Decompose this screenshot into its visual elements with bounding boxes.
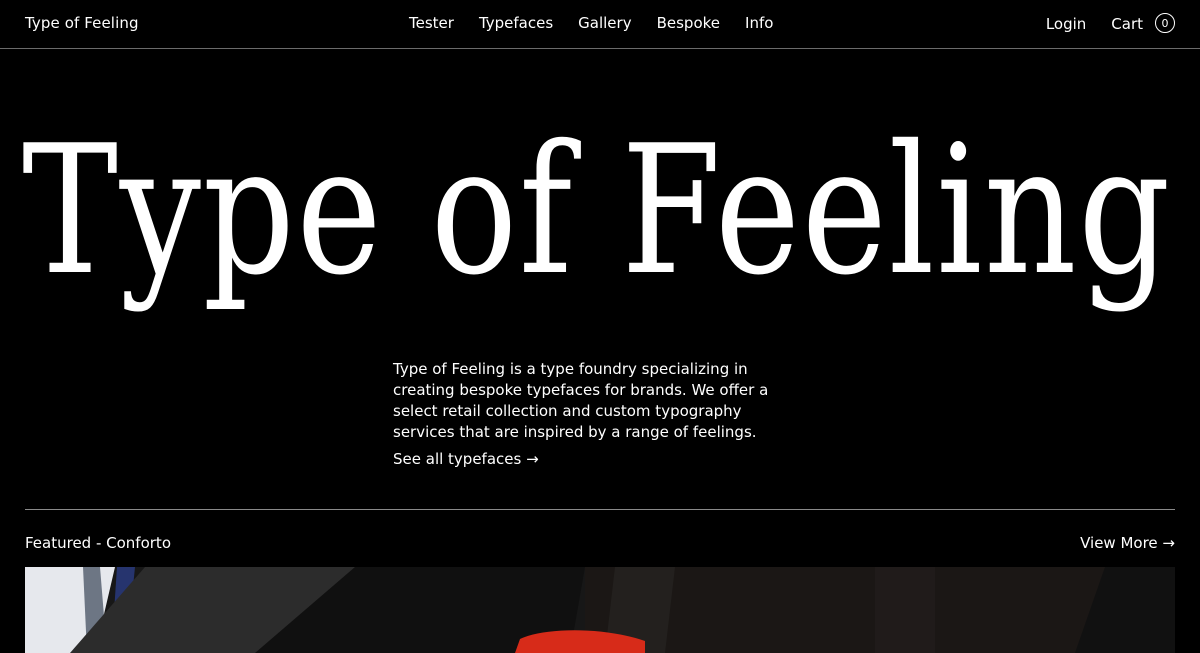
hero-wordmark: Type of Feeling xyxy=(22,96,1182,316)
nav-tester[interactable]: Tester xyxy=(409,14,454,32)
nav-typefaces[interactable]: Typefaces xyxy=(479,14,553,32)
section-divider xyxy=(25,509,1175,510)
nav-gallery[interactable]: Gallery xyxy=(578,14,631,32)
featured-title: Featured - Conforto xyxy=(25,534,171,552)
main-nav: Tester Typefaces Gallery Bespoke Info xyxy=(409,14,773,32)
login-link[interactable]: Login xyxy=(1046,15,1086,33)
page: Type of Feeling Tester Typefaces Gallery… xyxy=(0,0,1200,653)
brand-link[interactable]: Type of Feeling xyxy=(25,14,139,32)
hero-description: Type of Feeling is a type foundry specia… xyxy=(393,360,769,441)
nav-bespoke[interactable]: Bespoke xyxy=(657,14,720,32)
view-more-link[interactable]: View More → xyxy=(1080,534,1175,552)
account-nav: Login Cart 0 xyxy=(1046,13,1175,33)
see-all-typefaces-link[interactable]: See all typefaces → xyxy=(393,450,539,468)
cart-link[interactable]: Cart xyxy=(1111,15,1143,33)
top-navigation: Type of Feeling Tester Typefaces Gallery… xyxy=(0,0,1200,49)
cart-label: Cart xyxy=(1111,14,1143,33)
hero-wordmark-text: Type of Feeling xyxy=(22,107,1172,314)
nav-info[interactable]: Info xyxy=(745,14,773,32)
cart-count-badge[interactable]: 0 xyxy=(1155,13,1175,33)
featured-image[interactable] xyxy=(25,567,1175,653)
